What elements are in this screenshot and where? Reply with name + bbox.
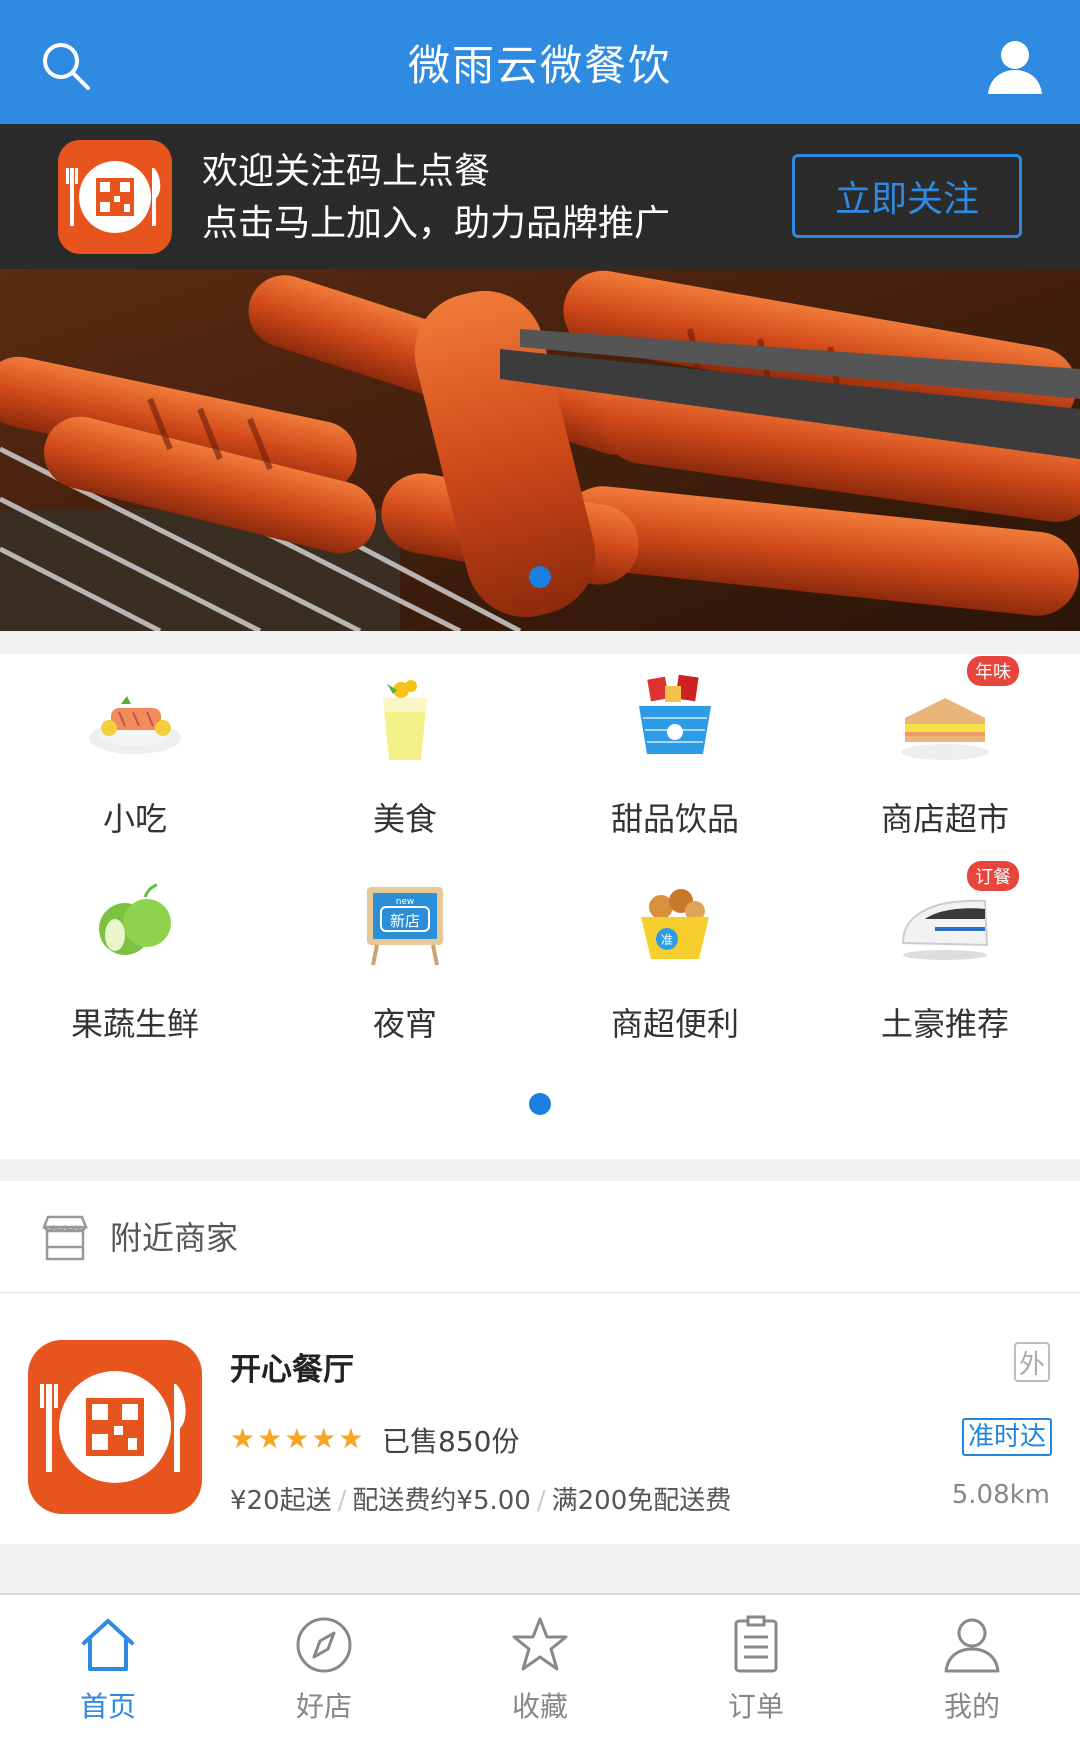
box-text: 准	[661, 933, 673, 947]
compass-icon	[296, 1617, 352, 1673]
person-icon	[944, 1618, 1000, 1673]
category-label: 甜品饮品	[610, 800, 739, 838]
category-label: 夜宵	[372, 1005, 437, 1043]
min-order: ¥20起送	[230, 1486, 332, 1516]
grilled-fish-icon	[89, 696, 181, 754]
user-icon[interactable]	[986, 38, 1044, 96]
star-icon	[512, 1617, 568, 1671]
basket-icon	[639, 674, 711, 754]
follow-banner: 欢迎关注码上点餐 点击马上加入，助力品牌推广 立即关注	[0, 124, 1080, 269]
separator: /	[337, 1486, 347, 1516]
tab-favorites[interactable]: 收藏	[432, 1595, 648, 1737]
category-grid: 小吃 美食 甜品饮品 年味 商店超市 果蔬生鲜 new 新店 夜宵 准 商超便利…	[0, 654, 1080, 1159]
takeout-tag: 外	[1014, 1342, 1050, 1382]
tab-label: 好店	[295, 1690, 352, 1723]
store-icon	[42, 1215, 88, 1261]
category-convenience[interactable]: 准 商超便利	[540, 859, 810, 1059]
app-title: 微雨云微餐饮	[407, 40, 672, 90]
distance: 5.08km	[951, 1480, 1050, 1510]
category-label: 土豪推荐	[880, 1005, 1009, 1043]
follow-text: 欢迎关注码上点餐 点击马上加入，助力品牌推广	[202, 146, 670, 250]
category-badge: 年味	[967, 656, 1019, 686]
shop-card[interactable]: 开心餐厅 外 ★★★★★ 已售850份 准时达 ¥20起送 / 配送费约¥5.00/…	[0, 1294, 1080, 1544]
category-label: 商超便利	[610, 1005, 739, 1043]
category-label: 美食	[372, 800, 437, 838]
tab-profile[interactable]: 我的	[864, 1595, 1080, 1737]
delivery-info: ¥20起送 / 配送费约¥5.00/满200免配送费	[230, 1480, 731, 1517]
snack-box-icon: 准	[641, 889, 709, 959]
free-delivery: 满200免配送费	[551, 1486, 732, 1516]
delivery-fee: 配送费约¥5.00	[352, 1486, 531, 1516]
separator: /	[536, 1486, 546, 1516]
category-label: 商店超市	[880, 800, 1009, 838]
apple-icon	[99, 883, 171, 955]
tab-good-stores[interactable]: 好店	[216, 1595, 432, 1737]
category-page-dot[interactable]	[529, 1093, 551, 1115]
drink-cup-icon	[383, 680, 427, 760]
home-icon	[82, 1619, 134, 1671]
bottom-tab-bar: 首页 好店 收藏 订单 我的	[0, 1593, 1080, 1737]
board-sub-text: new	[396, 897, 415, 907]
rating-stars: ★★★★★	[230, 1422, 366, 1455]
tab-label: 首页	[79, 1690, 136, 1723]
new-store-board-icon: new 新店	[367, 887, 443, 966]
tab-home[interactable]: 首页	[0, 1595, 216, 1737]
search-icon[interactable]	[40, 40, 92, 92]
category-desserts-drinks[interactable]: 甜品饮品	[540, 654, 810, 854]
board-text: 新店	[390, 912, 420, 930]
follow-line-1: 欢迎关注码上点餐	[202, 151, 491, 192]
hero-carousel-dot[interactable]	[529, 566, 551, 588]
tab-orders[interactable]: 订单	[648, 1595, 864, 1737]
tab-label: 收藏	[511, 1690, 568, 1723]
on-time-badge: 准时达	[962, 1418, 1053, 1456]
tab-label: 订单	[727, 1690, 784, 1723]
nearby-section-header: 附近商家	[0, 1181, 1080, 1293]
shop-name: 开心餐厅	[230, 1352, 354, 1388]
shop-logo-icon	[28, 1340, 202, 1514]
sold-count: 已售850份	[382, 1425, 520, 1458]
category-badge: 订餐	[967, 861, 1019, 891]
follow-line-2: 点击马上加入，助力品牌推广	[202, 203, 671, 244]
category-label: 果蔬生鲜	[70, 1005, 199, 1043]
category-fresh-produce[interactable]: 果蔬生鲜	[0, 859, 270, 1059]
category-snacks[interactable]: 小吃	[0, 654, 270, 854]
tab-label: 我的	[943, 1690, 1000, 1723]
nearby-label: 附近商家	[110, 1219, 239, 1257]
follow-button[interactable]: 立即关注	[792, 154, 1022, 238]
category-late-night[interactable]: new 新店 夜宵	[270, 859, 540, 1059]
category-food[interactable]: 美食	[270, 654, 540, 854]
top-bar: 微雨云微餐饮	[0, 0, 1080, 124]
category-stores[interactable]: 年味 商店超市	[810, 654, 1080, 854]
category-recommended[interactable]: 订餐 土豪推荐	[810, 859, 1080, 1059]
category-label: 小吃	[102, 800, 167, 838]
order-list-icon	[734, 1615, 778, 1673]
brand-logo-icon	[58, 140, 172, 254]
